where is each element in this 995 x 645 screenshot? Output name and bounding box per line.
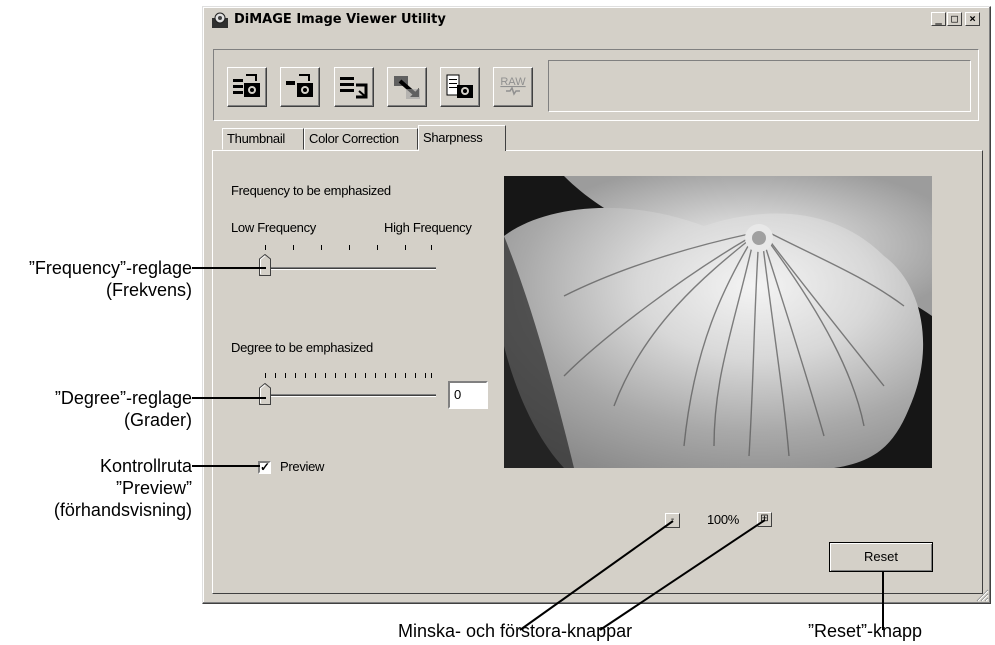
annotation-line: (Frekvens) [105, 280, 192, 300]
annotation-line: (Grader) [123, 410, 192, 430]
degree-slider-annotation: ”Degree”-reglage (Grader) [55, 387, 192, 431]
reset-button-annotation: ”Reset”-knapp [808, 621, 923, 641]
annotation-line: ”Preview” [115, 478, 192, 498]
preview-checkbox-annotation: Kontrollruta ”Preview” (förhandsvisning) [54, 455, 192, 521]
frequency-slider-annotation: ”Frequency”-reglage (Frekvens) [29, 257, 192, 301]
zoom-buttons-annotation: Minska- och förstora-knappar [398, 621, 633, 641]
annotation-line: (förhandsvisning) [53, 500, 192, 520]
annotation-line: ”Degree”-reglage [54, 388, 192, 408]
annotation-line: ”Frequency”-reglage [28, 258, 192, 278]
tab-sharpness[interactable]: Sharpness [418, 125, 506, 151]
annotation-line: Kontrollruta [99, 456, 192, 476]
annotation-leader-lines [192, 267, 884, 631]
